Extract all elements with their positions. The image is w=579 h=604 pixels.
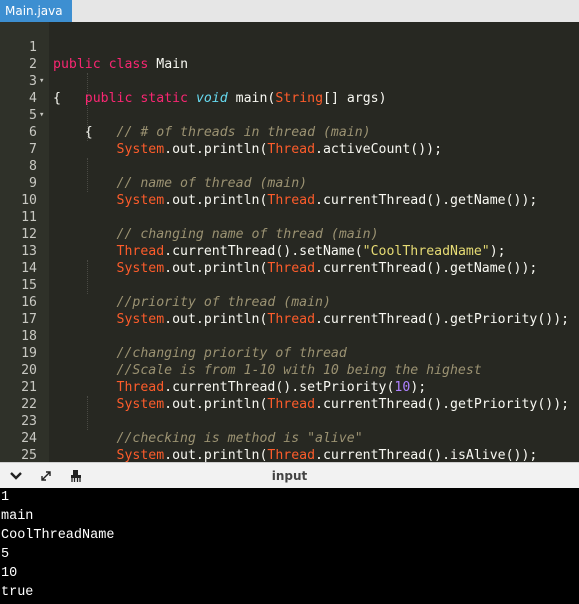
code-line: 6 System.out.println(Thread.activeCount(… — [0, 107, 579, 157]
code-line: 22 — [0, 379, 579, 412]
output-line: main — [1, 509, 34, 524]
code-line: 12 Thread.currentThread().setName("CoolT… — [0, 209, 579, 259]
code-line: 2 ▾ { — [0, 39, 579, 106]
code-line: 3 public static void main(String[] args) — [0, 56, 579, 106]
code-line: 14 — [0, 243, 579, 276]
code-line: 10 — [0, 175, 579, 208]
code-line: 16 System.out.println(Thread.currentThre… — [0, 277, 579, 327]
code-line: 7 — [0, 124, 579, 157]
code-editor[interactable]: 1 public class Main 2 ▾ { 3 public stati… — [0, 22, 579, 497]
code-line: 8 // name of thread (main) — [0, 141, 579, 191]
code-line: 1 public class Main — [0, 22, 579, 72]
code-line: 13 System.out.println(Thread.currentThre… — [0, 226, 579, 276]
code-line: 9 System.out.println(Thread.currentThrea… — [0, 158, 579, 208]
console-output[interactable]: 1 main CoolThreadName 5 10 true — [0, 488, 579, 604]
console-title: input — [271, 469, 308, 483]
output-line: true — [1, 585, 34, 600]
code-line: 18 //changing priority of thread — [0, 311, 579, 361]
output-line: 10 — [1, 566, 18, 581]
output-line: 1 — [1, 490, 10, 505]
clear-console-icon[interactable] — [67, 467, 85, 485]
code-line: 25 } — [0, 430, 579, 480]
tab-main-java[interactable]: Main.java — [0, 0, 72, 22]
code-line: 4 ▾ { — [0, 73, 579, 140]
code-line: 11 // changing name of thread (main) — [0, 192, 579, 242]
output-line: 5 — [1, 547, 10, 562]
console-toolbar: input — [0, 462, 579, 488]
code-line: 23 //checking is method is "alive" — [0, 396, 579, 446]
code-line: 24 System.out.println(Thread.currentThre… — [0, 413, 579, 463]
code-line: 17 — [0, 294, 579, 327]
chevron-down-icon[interactable] — [7, 467, 25, 485]
code-line: 21 System.out.println(Thread.currentThre… — [0, 362, 579, 412]
code-line: 20 Thread.currentThread().setPriority(10… — [0, 345, 579, 395]
output-line: CoolThreadName — [1, 528, 115, 543]
expand-icon[interactable] — [37, 467, 55, 485]
tab-bar: Main.java — [0, 0, 579, 22]
code-line: 5 // # of threads in thread (main) — [0, 90, 579, 140]
code-line: 19 //Scale is from 1-10 with 10 being th… — [0, 328, 579, 378]
code-line: 15 //priority of thread (main) — [0, 260, 579, 310]
